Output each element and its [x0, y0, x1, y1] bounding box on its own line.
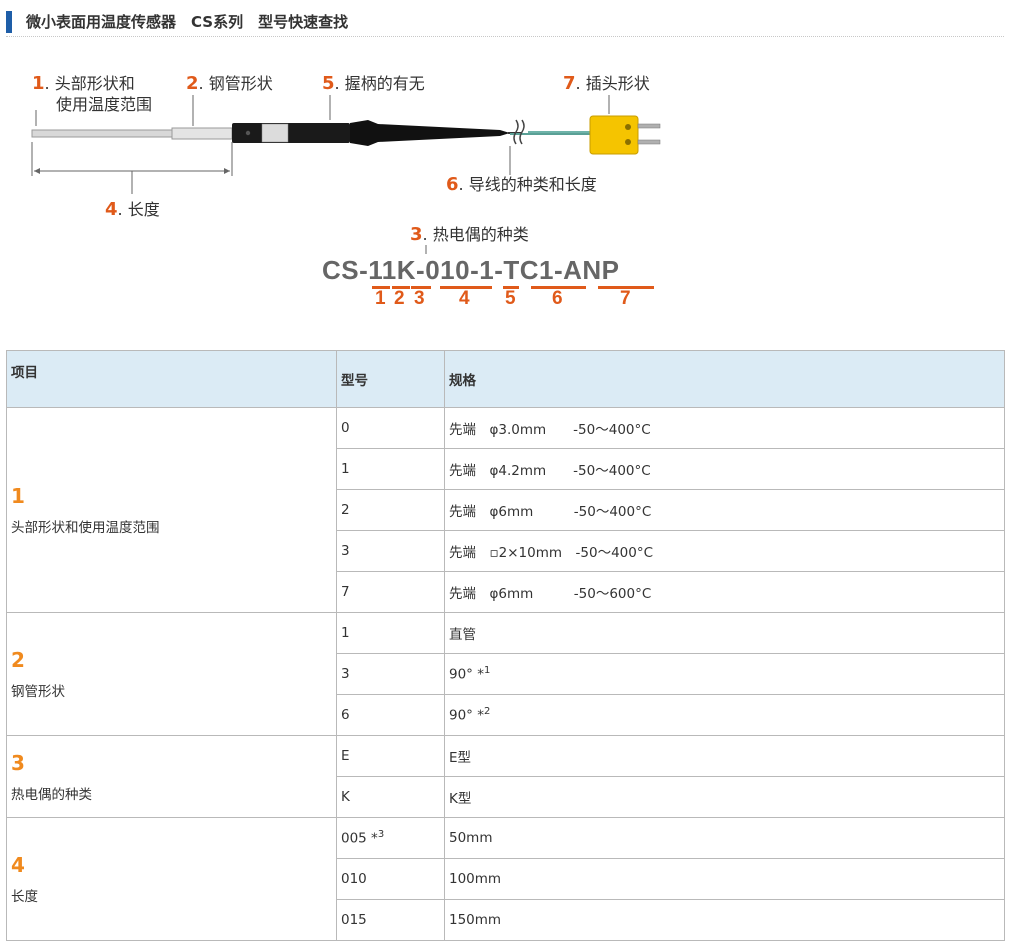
item-cell: 4 长度: [6, 817, 337, 941]
plug-connector: [589, 115, 639, 155]
plug-pin: [637, 139, 661, 145]
item-number: 4: [11, 853, 25, 877]
table-row: 3 热电偶的种类 E E型: [6, 735, 1005, 818]
model-cell: 6: [336, 694, 445, 736]
item-cell: 3 热电偶的种类: [6, 735, 337, 818]
spec-text: 90° *: [449, 666, 484, 683]
spec-cell: E型: [444, 735, 1005, 777]
model-text: 005 *: [341, 830, 378, 847]
spec-cell: 100mm: [444, 858, 1005, 900]
table-row: 4 长度 005 *3 50mm: [6, 817, 1005, 941]
footnote-ref: 2: [483, 706, 491, 718]
handle-dot: [245, 130, 251, 136]
model-cell: 010: [336, 858, 445, 900]
footnote-ref: 3: [377, 829, 385, 841]
spec-table: 项目 型号 规格 1 头部形状和使用温度范围 0 先端 φ3.0mm -50～4…: [6, 350, 1005, 941]
page-header: 微小表面用温度传感器 CS系列 型号快速查找: [6, 8, 1004, 37]
item-number: 3: [11, 750, 25, 775]
probe-tip: [31, 129, 173, 138]
model-cell: 005 *3: [336, 817, 445, 859]
spec-cell: 先端 ▫2×10mm -50～400°C: [444, 530, 1005, 572]
spec-cell: 先端 φ6mm -50～400°C: [444, 489, 1005, 531]
steel-tube: [171, 127, 233, 140]
label-plug-shape: 7. 插头形状: [563, 73, 650, 94]
item-cell: 2 钢管形状: [6, 612, 337, 736]
segment-number: 4: [459, 288, 470, 309]
table-row: 1 头部形状和使用温度范围 0 先端 φ3.0mm -50～400°C: [6, 407, 1005, 613]
spec-cell: 先端 φ6mm -50～600°C: [444, 571, 1005, 613]
model-cell: 3: [336, 653, 445, 695]
table-header-row: 项目 型号 规格: [6, 350, 1005, 408]
model-cell: 7: [336, 571, 445, 613]
segment-number: 2: [394, 288, 405, 309]
item-name: 钢管形状: [11, 684, 65, 700]
label-length: 4. 长度: [105, 199, 160, 220]
segment-number: 6: [552, 288, 563, 309]
item-name: 长度: [11, 889, 38, 905]
table-row: 2 钢管形状 1 直管: [6, 612, 1005, 736]
segment-number: 3: [414, 288, 425, 309]
spec-cell: 先端 φ4.2mm -50～400°C: [444, 448, 1005, 490]
spec-cell: 150mm: [444, 899, 1005, 941]
segment-number: 5: [505, 288, 516, 309]
segment-number: 7: [620, 288, 631, 309]
model-cell: 0: [336, 407, 445, 449]
item-name: 头部形状和使用温度范围: [11, 520, 160, 536]
sensor-diagram: 1. 头部形状和 使用温度范围 2. 钢管形状 5. 握柄的有无 7. 插头形状…: [0, 50, 1011, 320]
label-thermocouple: 3. 热电偶的种类: [410, 224, 529, 245]
item-cell: 1 头部形状和使用温度范围: [6, 407, 337, 613]
label-lead-wire: 6. 导线的种类和长度: [446, 174, 597, 195]
spec-text: 90° *: [449, 707, 484, 724]
spec-cell: 50mm: [444, 817, 1005, 859]
item-number: 2: [11, 648, 25, 672]
model-cell: 015: [336, 899, 445, 941]
footnote-ref: 1: [483, 665, 491, 677]
model-cell: E: [336, 735, 445, 777]
model-cell: 1: [336, 612, 445, 654]
page-title: 微小表面用温度传感器 CS系列 型号快速查找: [26, 13, 349, 31]
model-cell: K: [336, 776, 445, 818]
item-name: 热电偶的种类: [11, 786, 92, 803]
label-grip: 5. 握柄的有无: [322, 73, 425, 94]
model-cell: 2: [336, 489, 445, 531]
plug-pin: [637, 123, 661, 129]
spec-cell: 先端 φ3.0mm -50～400°C: [444, 407, 1005, 449]
header-accent-bar: [6, 11, 12, 33]
handle-label: [261, 123, 289, 143]
model-cell: 1: [336, 448, 445, 490]
segment-number: 1: [375, 288, 386, 309]
spec-cell: K型: [444, 776, 1005, 818]
label-head-shape: 1. 头部形状和: [32, 73, 135, 94]
column-header-spec: 规格: [444, 350, 1005, 408]
column-header-item: 项目: [6, 350, 337, 408]
model-code: CS-11K-010-1-TC1-ANP: [322, 255, 620, 285]
column-header-model: 型号: [336, 350, 445, 408]
handle-grip: [350, 120, 510, 146]
label-tube-shape: 2. 钢管形状: [186, 73, 273, 94]
spec-cell: 90° *1: [444, 653, 1005, 695]
spec-cell: 直管: [444, 612, 1005, 654]
model-cell: 3: [336, 530, 445, 572]
spec-cell: 90° *2: [444, 694, 1005, 736]
item-number: 1: [11, 484, 25, 508]
label-head-shape-line2: 使用温度范围: [56, 95, 153, 114]
